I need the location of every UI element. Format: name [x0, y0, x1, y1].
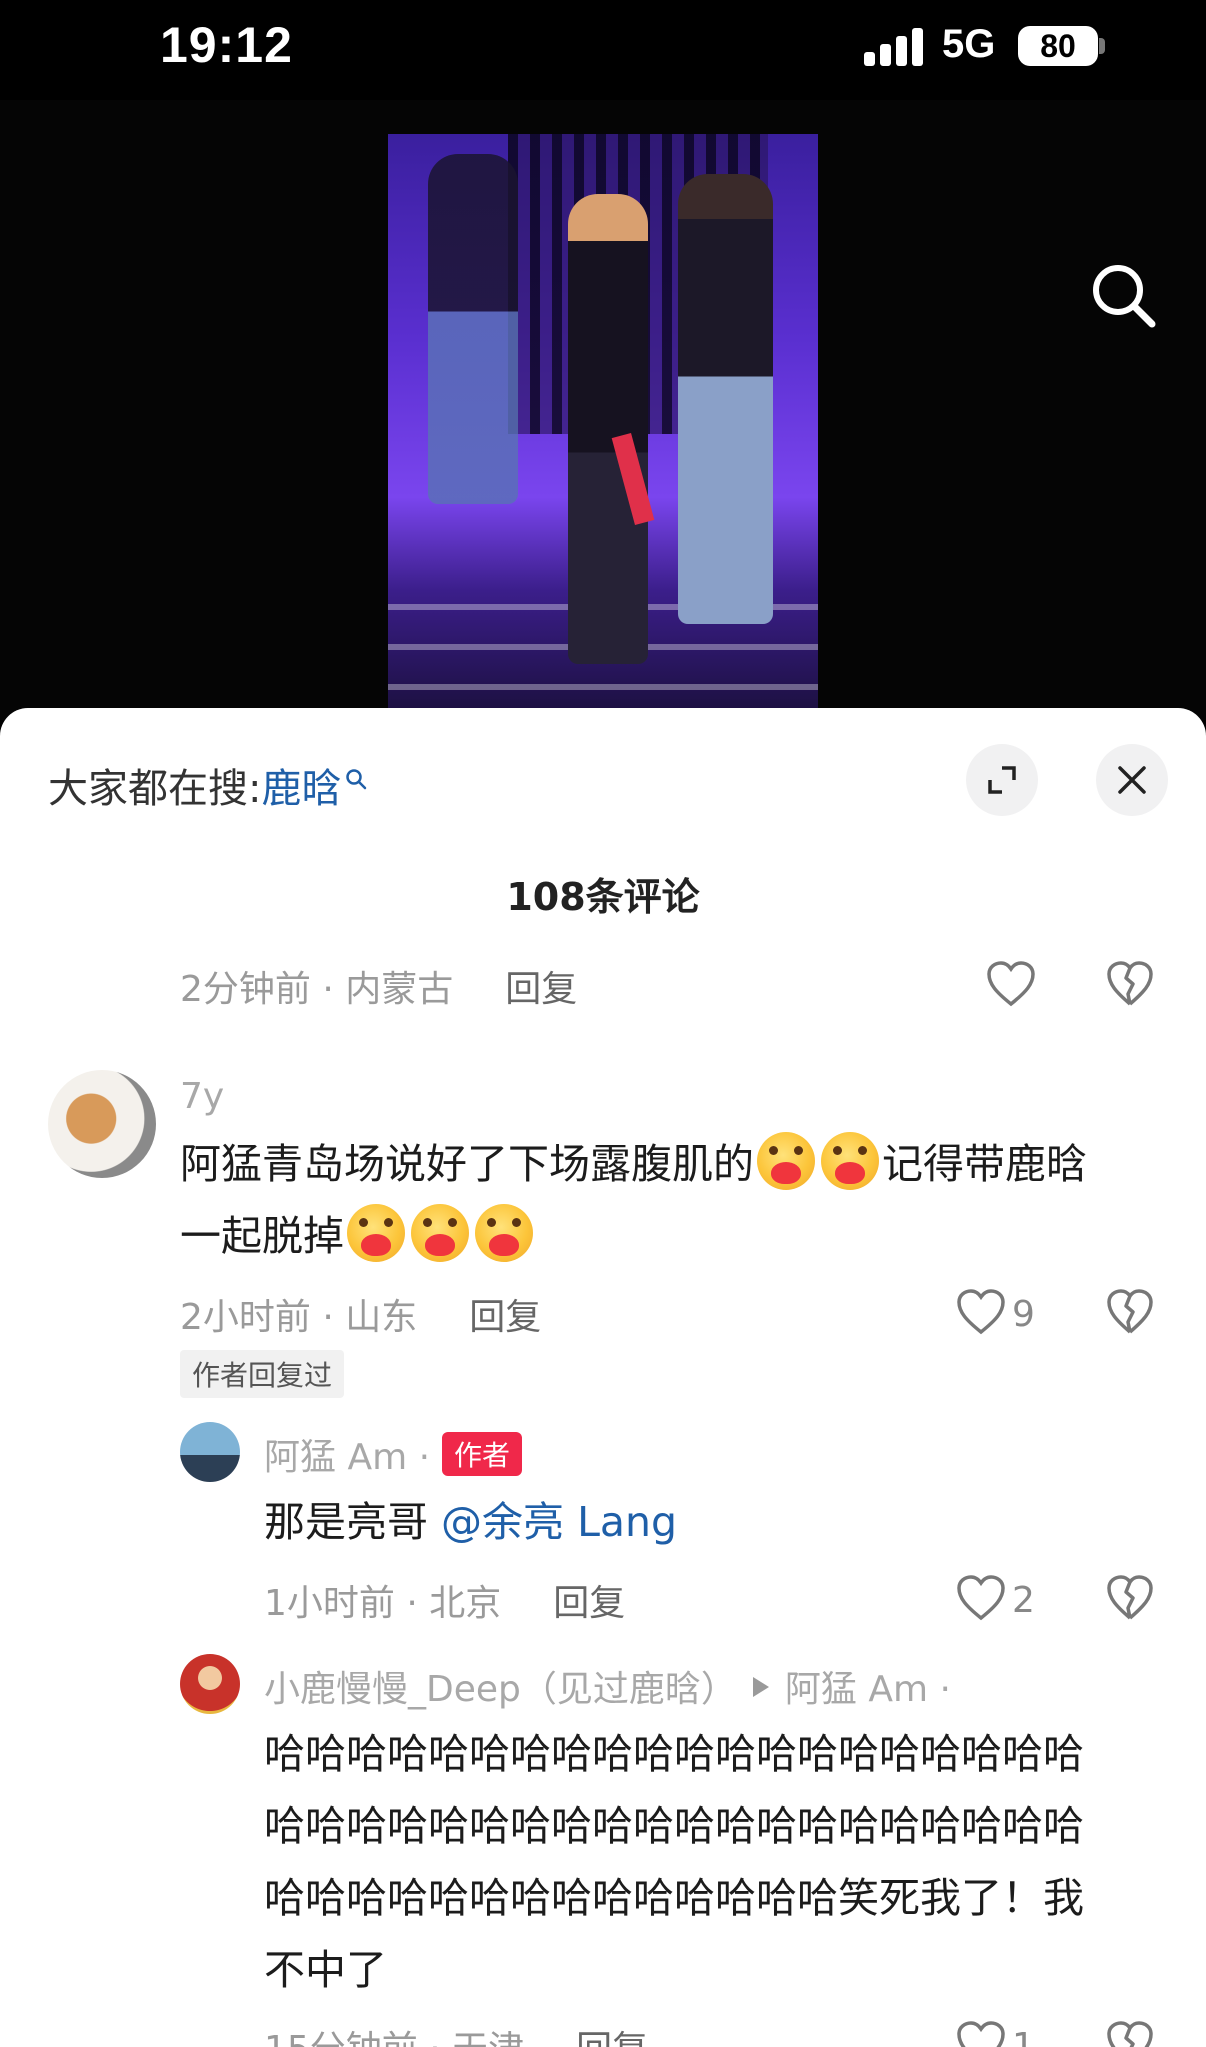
- stage-rail: [388, 684, 818, 690]
- comment-count: 108条评论: [506, 875, 700, 919]
- like-count: 9: [1012, 1294, 1035, 1335]
- like-count: 2: [1012, 1580, 1035, 1621]
- performer-figure: [678, 174, 773, 624]
- comment-text-line: 不中了: [264, 1946, 387, 1994]
- comment-text-line: 阿猛青岛场说好了下场露腹肌的: [180, 1140, 754, 1188]
- author-replied-tag: 作者回复过: [180, 1350, 345, 1398]
- heart-icon: [957, 1575, 1005, 1621]
- comment-text: 阿猛青岛场说好了下场露腹肌的 记得带鹿晗 一起脱掉: [180, 1128, 1160, 1272]
- signal-icon: [864, 28, 924, 66]
- comment-meta: 2分钟前 · 内蒙古 回复: [180, 960, 577, 1012]
- comment-time-location: 2小时前 · 山东: [180, 1297, 418, 1338]
- comment-username-text: 小鹿慢慢_Deep（见过鹿晗）: [264, 1669, 737, 1710]
- like-count: 1: [1012, 2026, 1035, 2047]
- comment-time-location: 2分钟前 · 内蒙古: [180, 969, 454, 1010]
- comment-username[interactable]: 阿猛 Am · 作者: [264, 1428, 523, 1480]
- status-bar: 19:12 5G 80: [0, 0, 1206, 100]
- reply-button[interactable]: 回复: [576, 2029, 648, 2047]
- reply-button[interactable]: 回复: [505, 969, 577, 1010]
- comment-text-line: 记得带鹿晗: [882, 1140, 1087, 1188]
- comment-username-text: 阿猛 Am ·: [264, 1437, 431, 1478]
- video-frame[interactable]: [388, 134, 818, 720]
- reply-button[interactable]: 回复: [553, 1583, 625, 1624]
- heart-icon: [987, 961, 1035, 1007]
- heart-icon: [957, 1289, 1005, 1335]
- comment-meta: 1小时前 · 北京 回复: [264, 1574, 625, 1626]
- dislike-icon[interactable]: [1106, 1288, 1154, 1336]
- comment-sheet: 大家都在搜:鹿晗 108条评论 2分钟前 · 内蒙古 回复 7y 阿猛青岛场说好了…: [0, 708, 1206, 2047]
- close-button[interactable]: [1096, 744, 1168, 816]
- dislike-icon[interactable]: [1106, 2020, 1154, 2047]
- heart-hug-emoji: [347, 1204, 405, 1262]
- like-button[interactable]: 2: [956, 1574, 1066, 1626]
- comment-time-location: 1小时前 · 北京: [264, 1583, 502, 1624]
- hot-search-bar[interactable]: 大家都在搜:鹿晗: [48, 756, 367, 814]
- network-type: 5G: [942, 22, 996, 66]
- heart-hug-emoji: [757, 1132, 815, 1190]
- avatar[interactable]: [180, 1422, 240, 1482]
- performer-figure: [568, 194, 648, 664]
- heart-hug-emoji: [475, 1204, 533, 1262]
- comment-text-line: 一起脱掉: [180, 1212, 344, 1260]
- heart-icon: [957, 2021, 1005, 2047]
- reply-to-username[interactable]: 阿猛 Am ·: [785, 1669, 951, 1710]
- mention-link[interactable]: @余亮 Lang: [441, 1498, 677, 1546]
- avatar[interactable]: [180, 1654, 240, 1714]
- search-icon[interactable]: [1088, 260, 1158, 330]
- comment-text-line: 哈哈哈哈哈哈哈哈哈哈哈哈哈哈笑死我了！我: [264, 1874, 1084, 1922]
- video-player[interactable]: [0, 100, 1206, 720]
- author-badge: 作者: [442, 1432, 523, 1476]
- comment-meta: 15分钟前 · 天津 回复: [264, 2020, 648, 2047]
- dislike-icon[interactable]: [1106, 1574, 1154, 1622]
- close-icon: [1118, 766, 1146, 794]
- like-button[interactable]: 1: [956, 2020, 1066, 2047]
- avatar[interactable]: [48, 1070, 156, 1178]
- expand-button[interactable]: [966, 744, 1038, 816]
- comment-username[interactable]: 7y: [180, 1076, 224, 1117]
- comment-text: 那是亮哥 @余亮 Lang: [264, 1486, 677, 1558]
- battery-icon: 80: [1018, 26, 1098, 66]
- heart-hug-emoji: [821, 1132, 879, 1190]
- comment-username[interactable]: 小鹿慢慢_Deep（见过鹿晗） 阿猛 Am ·: [264, 1660, 951, 1712]
- comment-meta: 2小时前 · 山东 回复: [180, 1288, 541, 1340]
- comment-text-body: 那是亮哥: [264, 1498, 442, 1546]
- search-small-icon: [346, 769, 367, 790]
- hot-search-prefix: 大家都在搜:: [48, 766, 262, 812]
- like-button[interactable]: 9: [956, 1288, 1066, 1340]
- heart-hug-emoji: [411, 1204, 469, 1262]
- reply-button[interactable]: 回复: [469, 1297, 541, 1338]
- status-time: 19:12: [160, 17, 293, 73]
- comment-text-line: 哈哈哈哈哈哈哈哈哈哈哈哈哈哈哈哈哈哈哈哈: [264, 1730, 1084, 1778]
- comment-text-line: 哈哈哈哈哈哈哈哈哈哈哈哈哈哈哈哈哈哈哈哈: [264, 1802, 1084, 1850]
- battery-tip: [1099, 38, 1105, 54]
- hot-search-keyword[interactable]: 鹿晗: [261, 766, 341, 812]
- expand-icon: [988, 766, 1016, 794]
- comment-time-location: 15分钟前 · 天津: [264, 2029, 524, 2047]
- dislike-icon[interactable]: [1106, 960, 1154, 1008]
- comment-text: 哈哈哈哈哈哈哈哈哈哈哈哈哈哈哈哈哈哈哈哈 哈哈哈哈哈哈哈哈哈哈哈哈哈哈哈哈哈哈哈…: [264, 1718, 1164, 2006]
- reply-arrow-icon: [752, 1677, 769, 1697]
- performer-figure: [428, 154, 518, 504]
